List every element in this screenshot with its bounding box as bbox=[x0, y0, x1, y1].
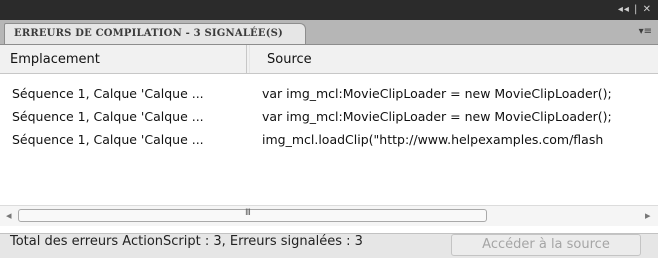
tab-label: ERREURS DE COMPILATION - 3 SIGNALÉE(S) bbox=[14, 28, 283, 39]
table-row[interactable]: Séquence 1, Calque 'Calque ... img_mcl.l… bbox=[0, 132, 658, 152]
table-row[interactable]: Séquence 1, Calque 'Calque ... var img_m… bbox=[0, 86, 658, 106]
column-header-source[interactable]: Source bbox=[267, 52, 312, 67]
scrollbar-grip-icon: III bbox=[245, 208, 251, 218]
scroll-right-icon[interactable]: ▸ bbox=[645, 209, 651, 222]
status-bar: Total des erreurs ActionScript : 3, Erre… bbox=[0, 234, 658, 258]
row-location: Séquence 1, Calque 'Calque ... bbox=[12, 86, 204, 101]
error-count-summary: Total des erreurs ActionScript : 3, Erre… bbox=[10, 234, 363, 249]
horizontal-scrollbar[interactable]: ◂ III ▸ bbox=[0, 205, 658, 226]
scroll-left-icon[interactable]: ◂ bbox=[6, 209, 12, 222]
row-source: img_mcl.loadClip("http://www.helpexample… bbox=[262, 132, 604, 147]
table-row[interactable]: Séquence 1, Calque 'Calque ... var img_m… bbox=[0, 109, 658, 129]
column-header-location[interactable]: Emplacement bbox=[10, 52, 100, 67]
tab-strip: ERREURS DE COMPILATION - 3 SIGNALÉE(S) ▾… bbox=[0, 20, 658, 45]
compiler-errors-panel: ◂◂ | ✕ ERREURS DE COMPILATION - 3 SIGNAL… bbox=[0, 0, 658, 258]
table-header: Emplacement Source bbox=[0, 45, 658, 74]
error-list: Emplacement Source Séquence 1, Calque 'C… bbox=[0, 45, 658, 234]
row-source: var img_mcl:MovieClipLoader = new MovieC… bbox=[262, 109, 612, 124]
collapse-close-controls[interactable]: ◂◂ | ✕ bbox=[618, 4, 652, 15]
panel-menu-icon[interactable]: ▾≡ bbox=[639, 26, 652, 37]
column-divider-highlight bbox=[249, 45, 250, 73]
column-divider[interactable] bbox=[246, 45, 247, 73]
row-location: Séquence 1, Calque 'Calque ... bbox=[12, 132, 204, 147]
panel-titlebar: ◂◂ | ✕ bbox=[0, 0, 658, 20]
scrollbar-thumb[interactable]: III bbox=[18, 208, 487, 222]
goto-source-button[interactable]: Accéder à la source bbox=[451, 234, 641, 256]
row-source: var img_mcl:MovieClipLoader = new MovieC… bbox=[262, 86, 612, 101]
row-location: Séquence 1, Calque 'Calque ... bbox=[12, 109, 204, 124]
tab-compiler-errors[interactable]: ERREURS DE COMPILATION - 3 SIGNALÉE(S) bbox=[4, 23, 306, 44]
